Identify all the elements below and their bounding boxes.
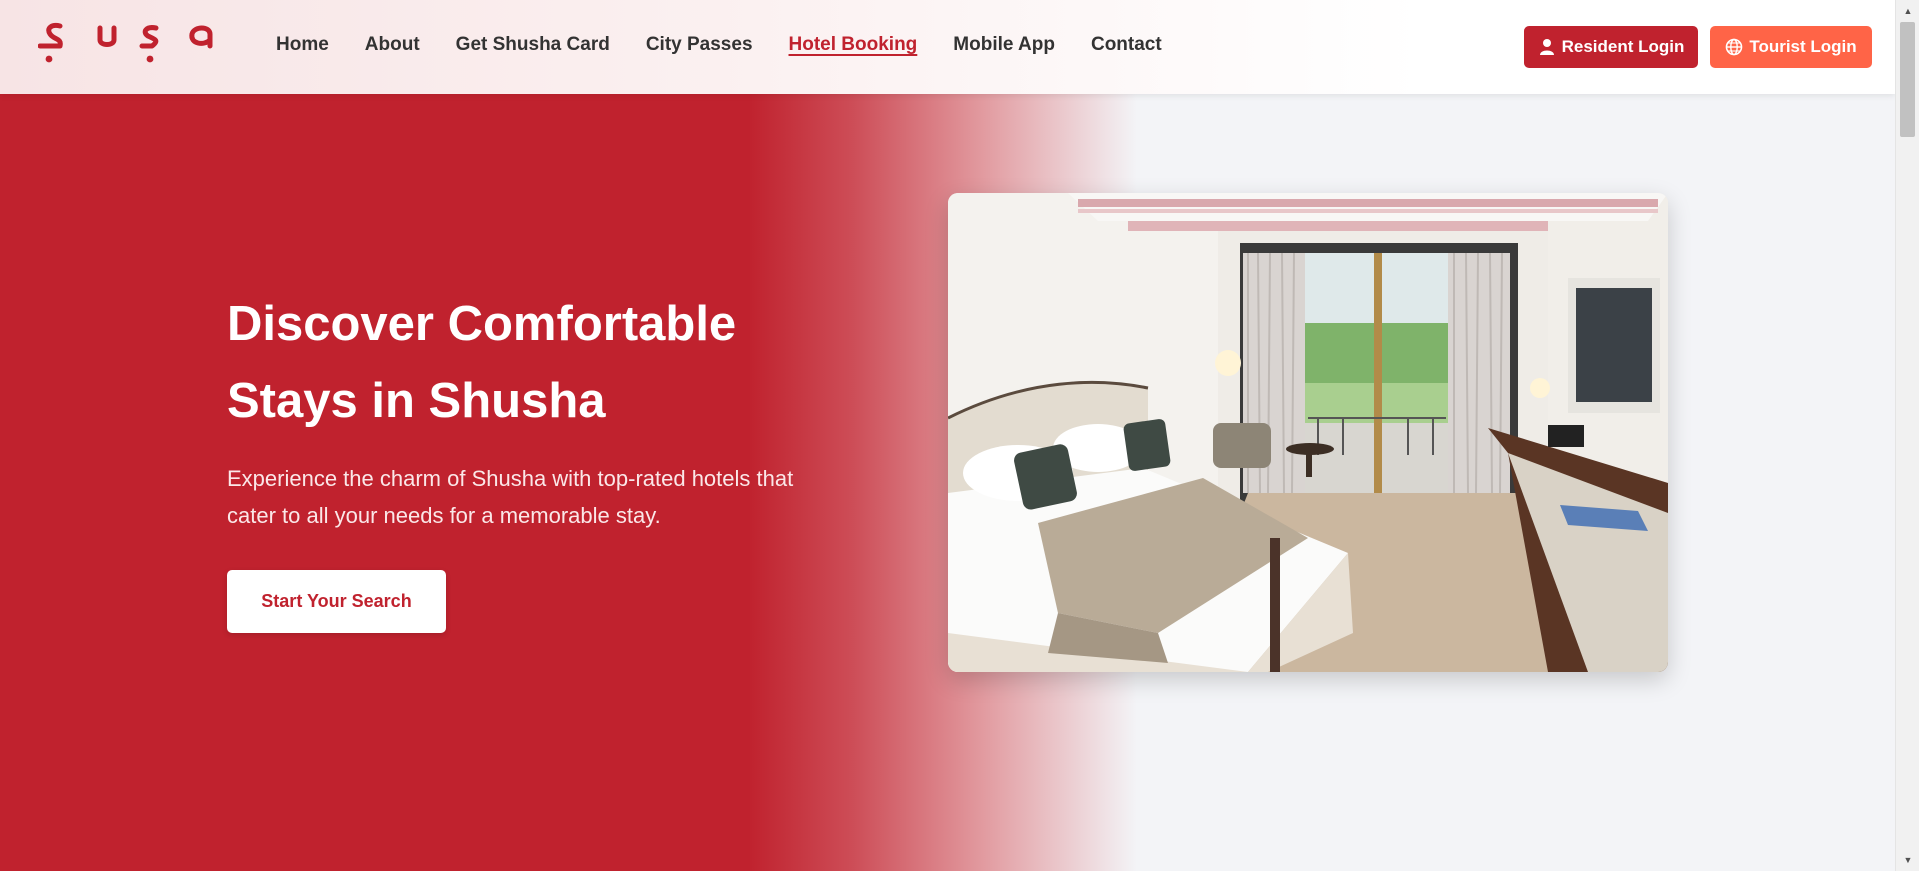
site-logo[interactable] — [37, 16, 214, 66]
hotel-room-illustration — [948, 193, 1668, 672]
start-search-button[interactable]: Start Your Search — [227, 570, 446, 633]
tourist-login-button[interactable]: Tourist Login — [1710, 26, 1872, 68]
nav-city-passes[interactable]: City Passes — [646, 34, 753, 56]
logo-wordmark-icon — [37, 23, 213, 63]
hero-subtitle: Experience the charm of Shusha with top-… — [227, 460, 867, 534]
nav-mobile-app[interactable]: Mobile App — [953, 34, 1055, 56]
nav-hotel-booking[interactable]: Hotel Booking — [789, 34, 918, 56]
vertical-scrollbar[interactable]: ▲ ▼ — [1895, 0, 1919, 871]
globe-icon — [1726, 38, 1743, 56]
main-nav: Home About Get Shusha Card City Passes H… — [276, 0, 1198, 94]
hero-subtitle-line-2: cater to all your needs for a memorable … — [227, 503, 661, 528]
nav-get-shusha-card[interactable]: Get Shusha Card — [456, 34, 610, 56]
site-header: Home About Get Shusha Card City Passes H… — [0, 0, 1895, 94]
nav-home[interactable]: Home — [276, 34, 329, 56]
hero-title: Discover Comfortable Stays in Shusha — [227, 286, 847, 440]
hero-title-line-2: Stays in Shusha — [227, 374, 606, 428]
hero-section: Discover Comfortable Stays in Shusha Exp… — [0, 94, 1895, 871]
hero-subtitle-line-1: Experience the charm of Shusha with top-… — [227, 466, 794, 491]
hero-title-line-1: Discover Comfortable — [227, 297, 737, 351]
resident-login-button[interactable]: Resident Login — [1524, 26, 1698, 68]
chevron-down-icon[interactable]: ▼ — [1896, 851, 1919, 869]
resident-login-label: Resident Login — [1561, 37, 1685, 56]
hotel-room-image — [948, 193, 1668, 672]
chevron-up-icon[interactable]: ▲ — [1896, 2, 1919, 20]
scrollbar-thumb[interactable] — [1900, 22, 1915, 137]
nav-about[interactable]: About — [365, 34, 420, 56]
nav-contact[interactable]: Contact — [1091, 34, 1162, 56]
tourist-login-label: Tourist Login — [1749, 37, 1857, 56]
user-icon — [1539, 39, 1554, 55]
